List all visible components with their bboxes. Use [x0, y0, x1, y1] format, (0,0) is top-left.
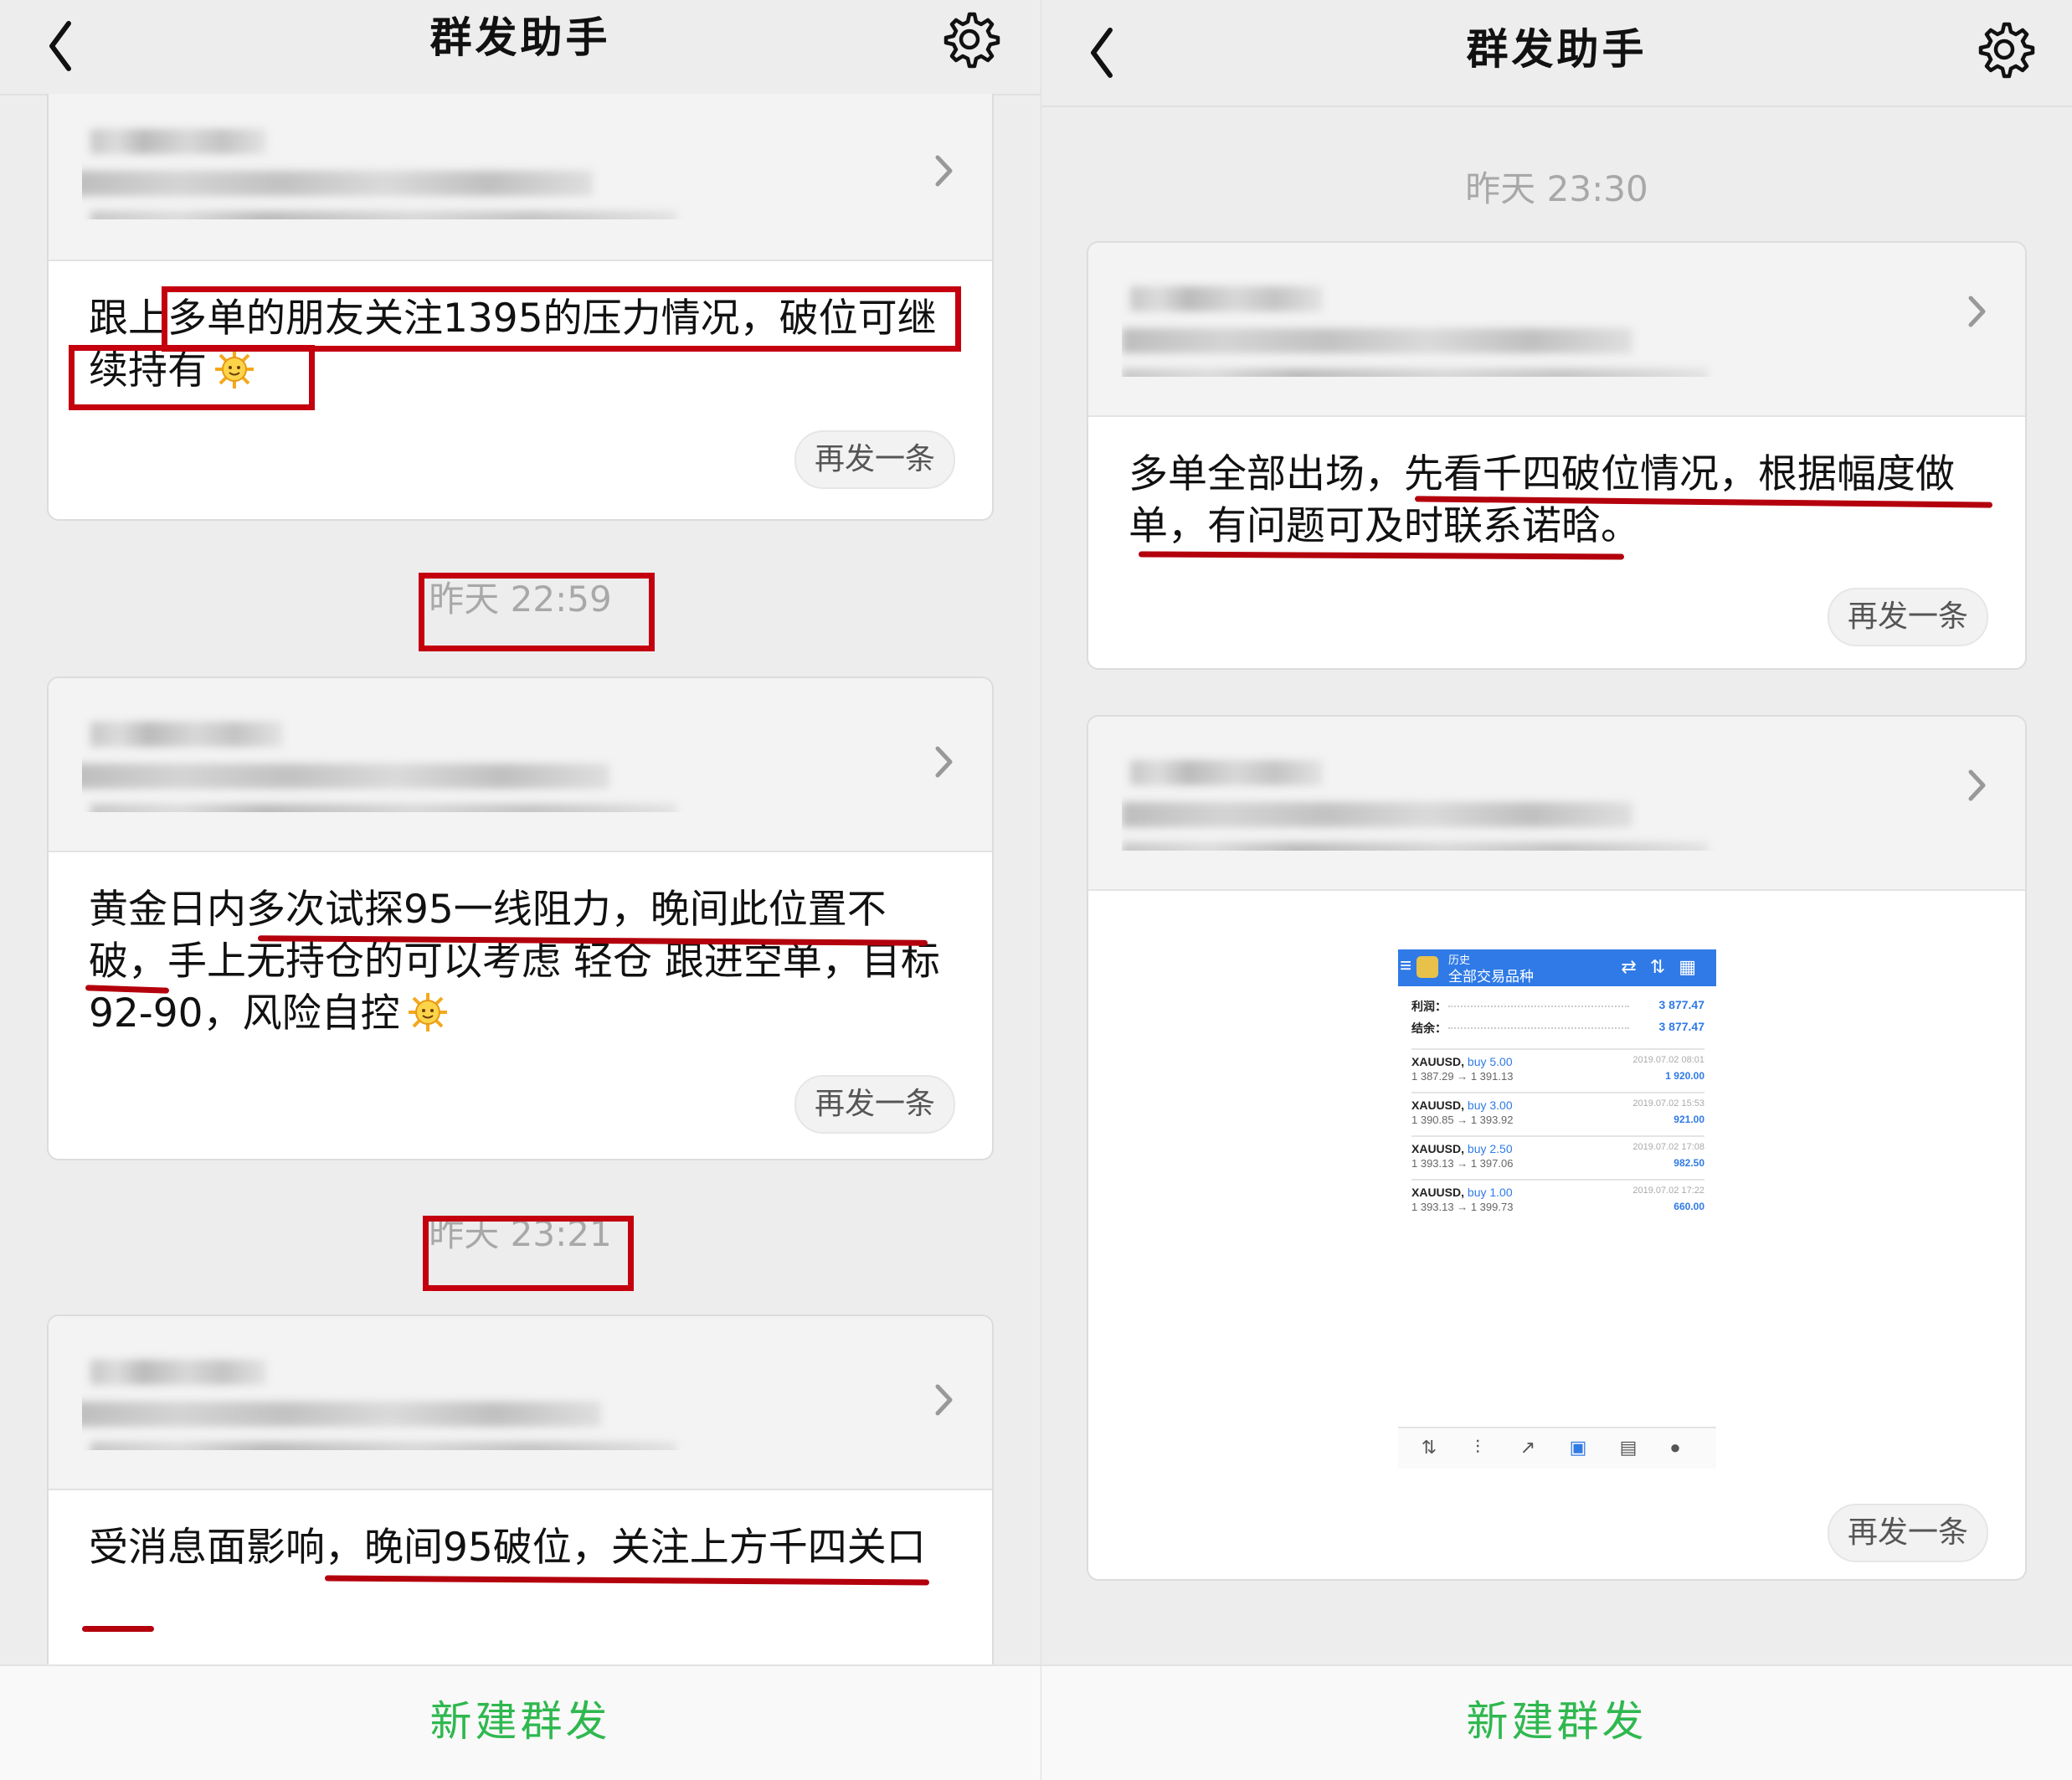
bottom-bar: 新建群发 — [1041, 1664, 2072, 1780]
screenshot-header: ≡ 历史 全部交易品种 ⇄⇅▦ — [1398, 949, 1716, 986]
recipients-list-blurred — [1122, 742, 1950, 851]
profit-row: 利润： 3 877.47 — [1411, 998, 1704, 1013]
annotation-box — [69, 345, 315, 410]
resend-button[interactable]: 再发一条 — [794, 1075, 955, 1134]
trade-row: XAUUSD, buy 2.50 1 393.13 → 1 397.06 201… — [1411, 1135, 1704, 1179]
nav-bar: 群发助手 — [1041, 0, 2072, 107]
message-text: 黄金日内多次试探95一线阻力，晚间此位置不破，手上无持仓的可以考虑 轻仓 跟进空… — [89, 887, 940, 1037]
chart-icon: ⫶ — [1475, 1437, 1480, 1458]
chevron-right-icon — [935, 746, 953, 778]
trade-row: XAUUSD, buy 1.00 1 393.13 → 1 399.73 201… — [1411, 1179, 1704, 1222]
right-screen: 群发助手 昨天 23:30 多单全部出场，先看千四破位情况，根据幅度做单，有问题… — [1041, 0, 2072, 1780]
broadcast-card: ≡ 历史 全部交易品种 ⇄⇅▦ 利润： 3 877.47 结余： 3 877.47 … — [1087, 715, 2027, 1581]
trade-icon: ↗ — [1519, 1437, 1536, 1458]
trade-row: XAUUSD, buy 5.00 1 387.29 → 1 391.13 201… — [1411, 1048, 1704, 1092]
message-body: 受消息面影响，晚间95破位，关注上方千四关口 — [49, 1490, 992, 1632]
broadcast-card: 跟上多单的朋友关注1395的压力情况，破位可继续持有 再发一条 — [47, 94, 994, 521]
message-stream[interactable]: 昨天 23:30 多单全部出场，先看千四破位情况，根据幅度做单，有问题可及时联系… — [1041, 105, 2072, 1666]
broadcast-card: 黄金日内多次试探95一线阻力，晚间此位置不破，手上无持仓的可以考虑 轻仓 跟进空… — [47, 677, 994, 1160]
page-title: 群发助手 — [1466, 25, 1648, 74]
gear-icon[interactable] — [938, 8, 1000, 70]
image-message[interactable]: ≡ 历史 全部交易品种 ⇄⇅▦ 利润： 3 877.47 结余： 3 877.47 … — [1088, 891, 2025, 1577]
new-broadcast-button[interactable]: 新建群发 — [0, 1666, 1041, 1777]
annotation-box — [419, 573, 655, 651]
chevron-right-icon — [935, 1384, 953, 1416]
annotation-box — [162, 286, 961, 352]
chat-icon: ● — [1669, 1437, 1681, 1458]
nav-bar: 群发助手 — [0, 0, 1041, 95]
screenshot-toolbar-icons: ⇄⇅▦ — [1621, 956, 1710, 977]
sun-emoji-icon — [408, 993, 447, 1031]
gear-icon[interactable] — [1973, 18, 2035, 80]
message-body: 多单全部出场，先看千四破位情况，根据幅度做单，有问题可及时联系诺晗。 — [1088, 417, 2025, 560]
chevron-right-icon — [1968, 769, 1986, 801]
bottom-bar: 新建群发 — [0, 1664, 1041, 1780]
recipients-list-blurred — [82, 111, 917, 219]
chevron-right-icon — [1968, 296, 1986, 327]
message-body: 黄金日内多次试探95一线阻力，晚间此位置不破，手上无持仓的可以考虑 轻仓 跟进空… — [49, 852, 992, 1040]
trade-row: XAUUSD, buy 3.00 1 390.85 → 1 393.92 201… — [1411, 1092, 1704, 1135]
broadcast-card: 多单全部出场，先看千四破位情况，根据幅度做单，有问题可及时联系诺晗。 再发一条 — [1087, 241, 2027, 670]
recipients-header[interactable] — [1088, 243, 2025, 417]
screenshot-tab-bar: ⇅ ⫶ ↗ ▣ ▤ ● — [1398, 1427, 1716, 1469]
quotes-icon: ⇅ — [1421, 1437, 1437, 1458]
chevron-right-icon — [935, 155, 953, 187]
annotation-box — [423, 1216, 634, 1291]
history-icon: ▣ — [1569, 1437, 1587, 1458]
menu-icon: ≡ — [1400, 954, 1412, 977]
recipients-header[interactable] — [49, 1316, 992, 1490]
new-broadcast-button[interactable]: 新建群发 — [1041, 1666, 2072, 1777]
trade-history-screenshot[interactable]: ≡ 历史 全部交易品种 ⇄⇅▦ 利润： 3 877.47 结余： 3 877.47 … — [1398, 949, 1716, 1469]
recipients-header[interactable] — [49, 678, 992, 852]
recipients-list-blurred — [82, 703, 917, 812]
message-body: 跟上多单的朋友关注1395的压力情况，破位可继续持有 — [49, 261, 992, 410]
message-stream[interactable]: 跟上多单的朋友关注1395的压力情况，破位可继续持有 再发一条 昨天 22:59 — [0, 94, 1041, 1666]
annotation-underline — [82, 1626, 154, 1632]
annotation-underline — [324, 1575, 930, 1586]
recipients-header[interactable] — [1088, 717, 2025, 891]
recipients-header[interactable] — [49, 94, 992, 261]
recipients-list-blurred — [82, 1341, 917, 1450]
balance-row: 结余： 3 877.47 — [1411, 1020, 1704, 1035]
page-title: 群发助手 — [429, 13, 611, 62]
resend-button[interactable]: 再发一条 — [1827, 1504, 1988, 1562]
resend-button[interactable]: 再发一条 — [1827, 588, 1988, 646]
timestamp: 昨天 23:30 — [1465, 168, 1648, 209]
left-screen: 群发助手 跟上多单的朋友关注1395的压力情况，破位可继续持有 再发一条 昨天 … — [0, 0, 1041, 1780]
news-icon: ▤ — [1619, 1437, 1638, 1458]
broadcast-card: 受消息面影响，晚间95破位，关注上方千四关口 — [47, 1314, 994, 1666]
app-logo-icon — [1416, 956, 1438, 978]
recipients-list-blurred — [1122, 268, 1950, 377]
resend-button[interactable]: 再发一条 — [794, 430, 955, 489]
message-text: 受消息面影响，晚间95破位，关注上方千四关口 — [89, 1525, 926, 1571]
